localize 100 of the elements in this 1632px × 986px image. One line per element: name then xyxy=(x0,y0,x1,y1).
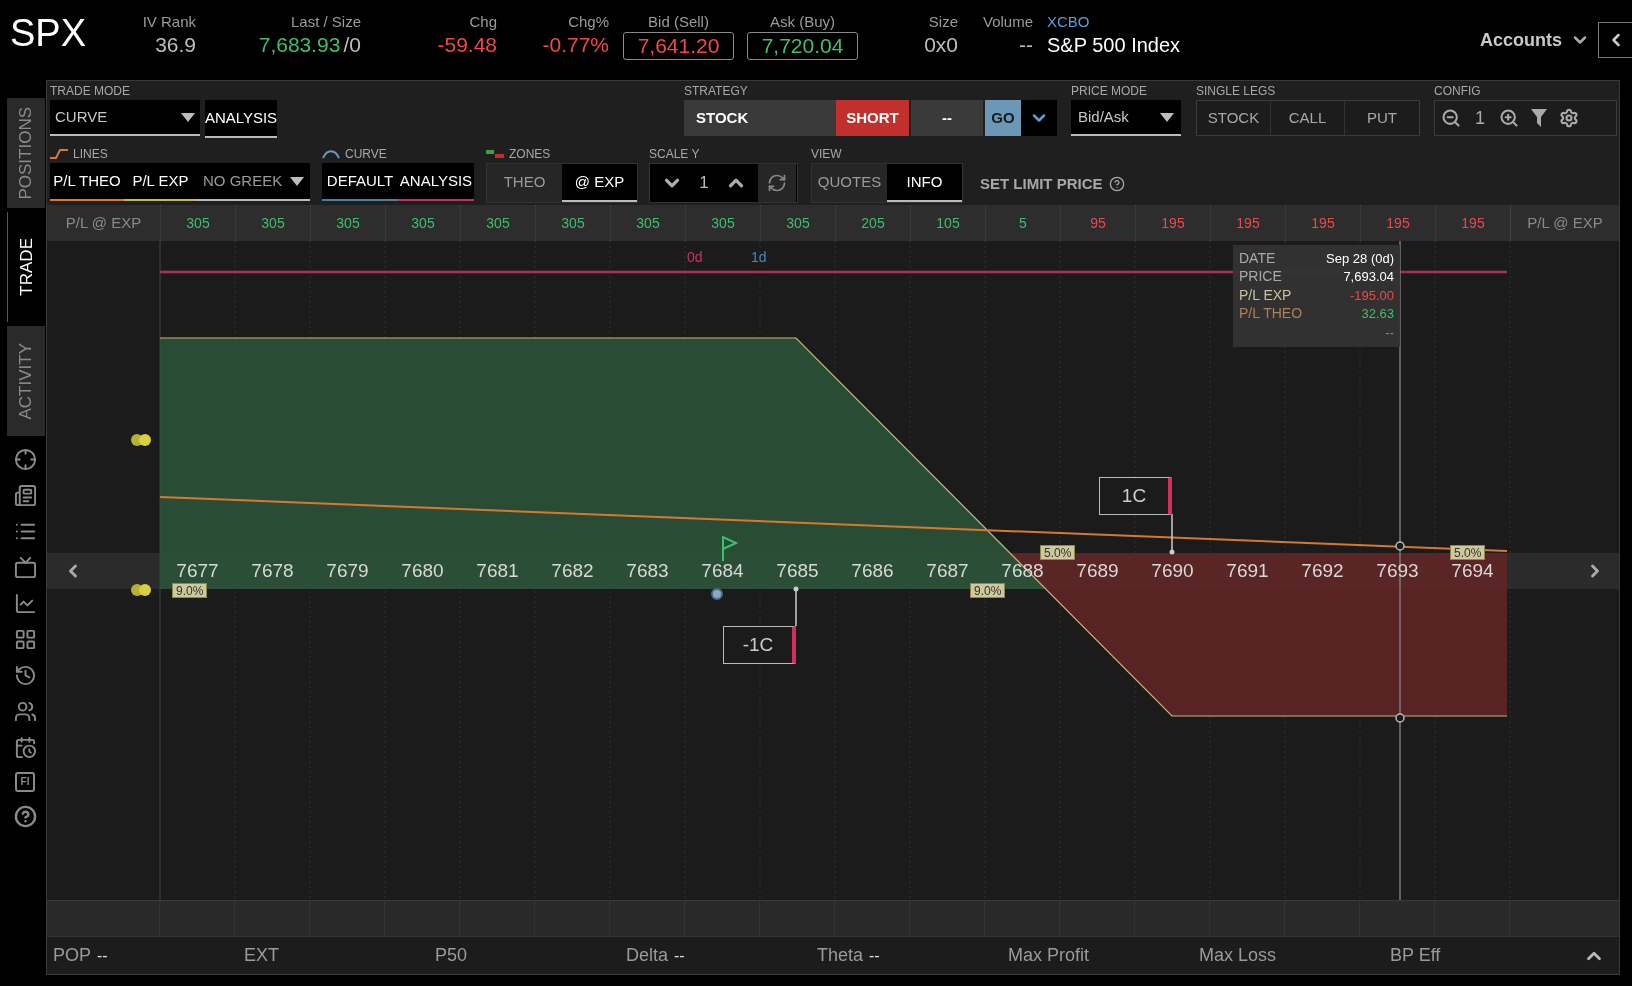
single-leg-button[interactable]: CALL xyxy=(1271,101,1345,135)
price-tick: 7693 xyxy=(1375,559,1420,583)
price-tick: 7686 xyxy=(850,559,895,583)
help-icon xyxy=(1108,176,1125,193)
slider-handle-icon xyxy=(131,434,151,446)
grid-icon[interactable] xyxy=(13,628,37,651)
exchange-label: XCBO xyxy=(1047,12,1091,32)
line-chart-icon[interactable] xyxy=(13,592,37,615)
section-label: SINGLE LEGS xyxy=(1196,85,1276,97)
go-menu-button[interactable] xyxy=(1021,100,1057,136)
price-tick: 7692 xyxy=(1300,559,1345,583)
section-label: ZONES xyxy=(509,148,551,160)
filter-icon[interactable] xyxy=(1531,109,1547,127)
trade-mode-dropdown[interactable]: CURVE xyxy=(50,100,200,136)
zoom-in-icon[interactable] xyxy=(1499,108,1519,128)
quote-value: -59.48 xyxy=(437,32,497,58)
quote-value: -- xyxy=(1019,32,1033,58)
line-toggle[interactable]: P/L EXP xyxy=(124,163,197,201)
quote-label: Volume xyxy=(982,12,1033,32)
quote-size: /0 xyxy=(343,32,361,58)
info-value: 7,693.04 xyxy=(1343,268,1394,286)
price-tick: 7689 xyxy=(1075,559,1120,583)
price-marker-icon xyxy=(711,588,723,600)
info-value: 32.63 xyxy=(1361,305,1394,323)
price-tick: 7679 xyxy=(325,559,370,583)
quote-label: Ask (Buy) xyxy=(769,12,836,32)
short-button[interactable]: SHORT xyxy=(836,100,909,136)
stat-label: BP Eff xyxy=(1390,944,1441,967)
price-tick: 7694 xyxy=(1450,559,1495,583)
analysis-toggle[interactable]: ANALYSIS xyxy=(205,100,277,138)
reset-scale-button[interactable] xyxy=(758,164,796,202)
info-value: Sep 28 (0d) xyxy=(1326,249,1394,268)
probability-badge: 5.0% xyxy=(1450,545,1486,560)
zone-tab[interactable]: THEO xyxy=(487,164,562,202)
section-label: CURVE xyxy=(345,148,387,160)
info-value: -195.00 xyxy=(1349,286,1394,305)
price-tick: 7678 xyxy=(250,559,295,583)
price-tick: 7687 xyxy=(925,559,970,583)
single-leg-button[interactable]: PUT xyxy=(1345,101,1419,135)
zoom-out-icon[interactable] xyxy=(1441,108,1461,128)
section-label: LINES xyxy=(73,148,108,160)
settings-icon[interactable] xyxy=(1559,108,1579,128)
quantity-button[interactable]: -- xyxy=(911,100,983,136)
price-tick: 7685 xyxy=(775,559,820,583)
zoom-value: 1 xyxy=(1474,106,1486,130)
stat-label: P50 xyxy=(435,944,468,967)
order-marker[interactable]: -1C xyxy=(723,626,796,664)
curve-toggle[interactable]: ANALYSIS xyxy=(398,163,474,201)
accounts-dropdown[interactable]: Accounts xyxy=(1480,26,1590,54)
stat-value: -- xyxy=(674,946,685,966)
stat-label: POP xyxy=(53,944,91,967)
collapse-button[interactable] xyxy=(1598,22,1632,58)
order-marker[interactable]: 1C xyxy=(1099,477,1172,515)
price-tick: 7682 xyxy=(550,559,595,583)
cursor-point xyxy=(1395,541,1405,551)
strategy-stock-button[interactable]: STOCK xyxy=(684,100,836,136)
view-tab[interactable]: QUOTES xyxy=(812,164,887,202)
line-toggle[interactable]: P/L THEO xyxy=(50,163,124,201)
quote-label: Last / Size xyxy=(290,12,361,32)
zones-icon xyxy=(486,149,504,159)
quote-value: 7,641.20 xyxy=(623,32,734,60)
section-label: TRADE MODE xyxy=(50,85,130,97)
zone-tab[interactable]: @ EXP xyxy=(562,164,637,202)
stat-label: Theta xyxy=(817,944,864,967)
order-connector xyxy=(1169,513,1175,555)
fi-button[interactable]: FI xyxy=(15,772,35,792)
curve-label: 0d xyxy=(687,248,703,267)
newspaper-icon[interactable] xyxy=(13,484,37,507)
single-leg-button[interactable]: STOCK xyxy=(1197,101,1271,135)
tv-icon[interactable] xyxy=(13,556,37,579)
step-line-icon xyxy=(50,149,68,159)
go-button[interactable]: GO xyxy=(985,100,1021,136)
help-icon[interactable] xyxy=(13,805,37,828)
crosshair-icon[interactable] xyxy=(13,448,37,471)
history-icon[interactable] xyxy=(13,664,37,687)
section-label: CONFIG xyxy=(1434,85,1481,97)
section-label: STRATEGY xyxy=(684,85,748,97)
calendar-icon[interactable] xyxy=(13,736,37,759)
side-tab[interactable]: ACTIVITY xyxy=(7,326,45,436)
price-tick: 7680 xyxy=(400,559,445,583)
users-icon[interactable] xyxy=(13,700,37,723)
symbol-title: SPX xyxy=(10,14,88,52)
stat-value: -- xyxy=(869,946,880,966)
info-label: DATE xyxy=(1239,248,1276,268)
dropdown-caret-icon xyxy=(290,176,304,186)
info-value: -- xyxy=(1385,323,1394,342)
curve-toggle[interactable]: DEFAULT xyxy=(322,163,398,201)
info-label: P/L EXP xyxy=(1239,285,1292,305)
stat-value: -- xyxy=(97,946,108,966)
quote-label: Chg xyxy=(469,12,497,32)
side-tab[interactable]: POSITIONS xyxy=(7,98,45,208)
price-tick: 7681 xyxy=(475,559,520,583)
info-label: PRICE xyxy=(1239,267,1282,287)
set-limit-price-link[interactable]: SET LIMIT PRICE xyxy=(980,173,1103,196)
quote-label: Size xyxy=(928,12,958,32)
view-tab[interactable]: INFO xyxy=(887,164,962,202)
price-mode-dropdown[interactable]: Bid/Ask xyxy=(1071,100,1181,136)
greek-dropdown[interactable]: NO GREEK xyxy=(197,163,310,201)
price-tick: 7691 xyxy=(1225,559,1270,583)
probability-badge: 9.0% xyxy=(172,583,208,598)
